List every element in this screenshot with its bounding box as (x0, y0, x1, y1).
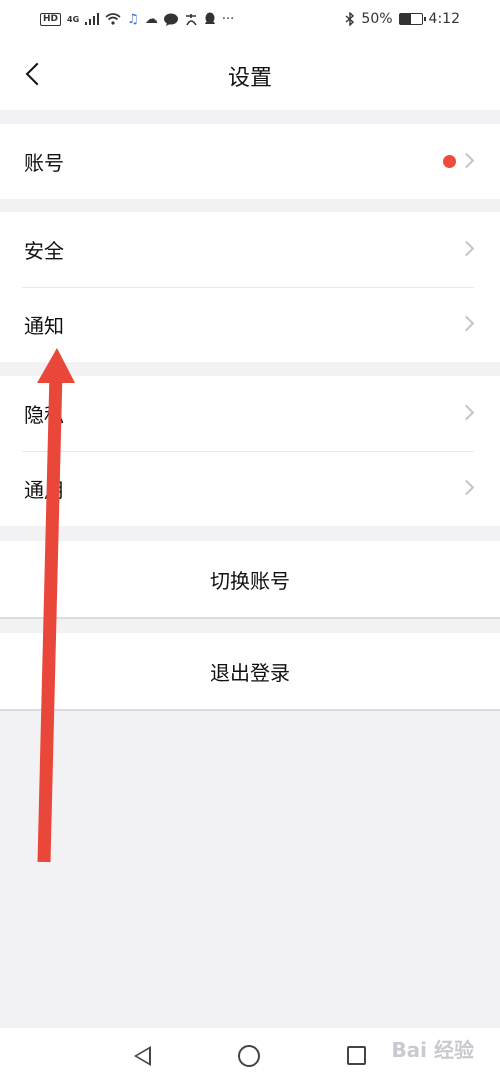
nav-bar: 设置 (0, 38, 500, 110)
status-right: 50% 4:12 (345, 11, 460, 27)
hd-icon: HD (40, 12, 62, 26)
logout-button[interactable]: 退出登录 (0, 633, 500, 711)
watermark: Bai 经验 (391, 1038, 474, 1062)
settings-item-notification[interactable]: 通知 (0, 287, 500, 362)
chevron-right-icon (458, 315, 475, 332)
group-account: 账号 (0, 124, 500, 199)
music-icon: ♫ (127, 11, 139, 27)
settings-item-label: 安全 (24, 239, 64, 263)
chevron-right-icon (458, 404, 475, 421)
battery-fill (399, 14, 411, 24)
settings-item-label: 账号 (24, 151, 64, 175)
more-icon: ··· (221, 11, 235, 27)
status-bar: HD 4G ♫ ☁ ··· 50% 4:12 (0, 0, 500, 38)
bluetooth-icon (345, 12, 355, 26)
chat-icon (163, 13, 178, 26)
switch-account-button[interactable]: 切换账号 (0, 541, 500, 619)
cloud-icon: ☁ (144, 11, 158, 27)
settings-item-label: 隐私 (24, 403, 64, 427)
settings-item-label: 通用 (24, 478, 64, 502)
group-security: 安全 通知 (0, 212, 500, 362)
chevron-right-icon (458, 240, 475, 257)
nav-back-icon[interactable] (133, 1045, 151, 1066)
chevron-right-icon (458, 152, 475, 169)
nav-recent-icon[interactable] (347, 1046, 367, 1065)
red-dot-badge (443, 155, 456, 168)
clock: 4:12 (428, 11, 460, 27)
alipay-icon (185, 13, 197, 25)
settings-item-security[interactable]: 安全 (0, 212, 500, 287)
nav-home-icon[interactable] (237, 1044, 260, 1067)
status-left: HD 4G ♫ ☁ ··· (40, 12, 234, 26)
signal-icon (85, 13, 100, 25)
settings-item-general[interactable]: 通用 (0, 451, 500, 526)
settings-item-privacy[interactable]: 隐私 (0, 376, 500, 451)
battery-percent: 50% (361, 11, 393, 27)
qq-icon (204, 12, 215, 24)
network-type: 4G (67, 14, 80, 24)
settings-item-label: 通知 (24, 314, 64, 338)
chevron-right-icon (458, 479, 475, 496)
battery-icon (398, 13, 426, 25)
settings-item-account[interactable]: 账号 (0, 124, 500, 199)
page-title: 设置 (227, 66, 272, 91)
group-privacy: 隐私 通用 (0, 376, 500, 526)
wifi-icon (105, 13, 121, 25)
